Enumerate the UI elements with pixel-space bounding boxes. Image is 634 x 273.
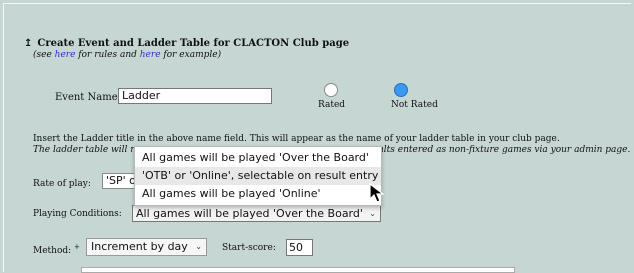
collapse-arrow-icon[interactable]: ↥ — [24, 38, 32, 49]
heading-text: Create Event and Ladder Table for CLACTO… — [37, 38, 350, 49]
playing-conditions-select[interactable]: All games will be played 'Over the Board… — [132, 205, 381, 222]
method-label: Method: + — [33, 243, 80, 256]
rules-link[interactable]: here — [55, 50, 76, 60]
rate-of-play-label: Rate of play: — [33, 179, 91, 189]
not-rated-radio[interactable] — [394, 83, 408, 97]
method-select[interactable]: Increment by day ⌄ — [86, 238, 207, 256]
start-score-input[interactable]: 50 — [286, 239, 313, 256]
method-value: Increment by day — [91, 240, 188, 253]
chevron-down-icon: ⌄ — [195, 242, 202, 251]
heading-note: (see here for rules and here for example… — [33, 50, 222, 60]
rated-radio[interactable] — [324, 83, 338, 97]
method-marker: + — [74, 243, 80, 251]
info-line-1: Insert the Ladder title in the above nam… — [33, 134, 560, 144]
event-name-label: Event Name: — [55, 92, 121, 103]
dropdown-option-otb[interactable]: All games will be played 'Over the Board… — [135, 149, 381, 167]
playing-conditions-value: All games will be played 'Over the Board… — [136, 207, 363, 220]
dropdown-option-online[interactable]: All games will be played 'Online' — [135, 185, 381, 203]
not-rated-label: Not Rated — [391, 100, 438, 110]
info-line-2-start: The ladder table will n — [33, 145, 137, 155]
start-score-label: Start-score: — [222, 243, 276, 253]
mouse-pointer-icon — [369, 183, 385, 203]
info-line-2-end: ults entered as non-fixture games via yo… — [378, 145, 631, 155]
playing-conditions-dropdown[interactable]: All games will be played 'Over the Board… — [134, 146, 382, 206]
section-heading: ↥ Create Event and Ladder Table for CLACT… — [24, 38, 349, 49]
next-field-box[interactable] — [81, 267, 515, 273]
event-name-input[interactable]: Ladder — [118, 88, 272, 104]
chevron-down-icon: ⌄ — [369, 209, 376, 218]
rated-label: Rated — [318, 100, 346, 110]
playing-conditions-label: Playing Conditions: — [33, 209, 122, 219]
example-link[interactable]: here — [140, 50, 161, 60]
dropdown-option-otb-or-online[interactable]: 'OTB' or 'Online', selectable on result … — [135, 167, 381, 185]
